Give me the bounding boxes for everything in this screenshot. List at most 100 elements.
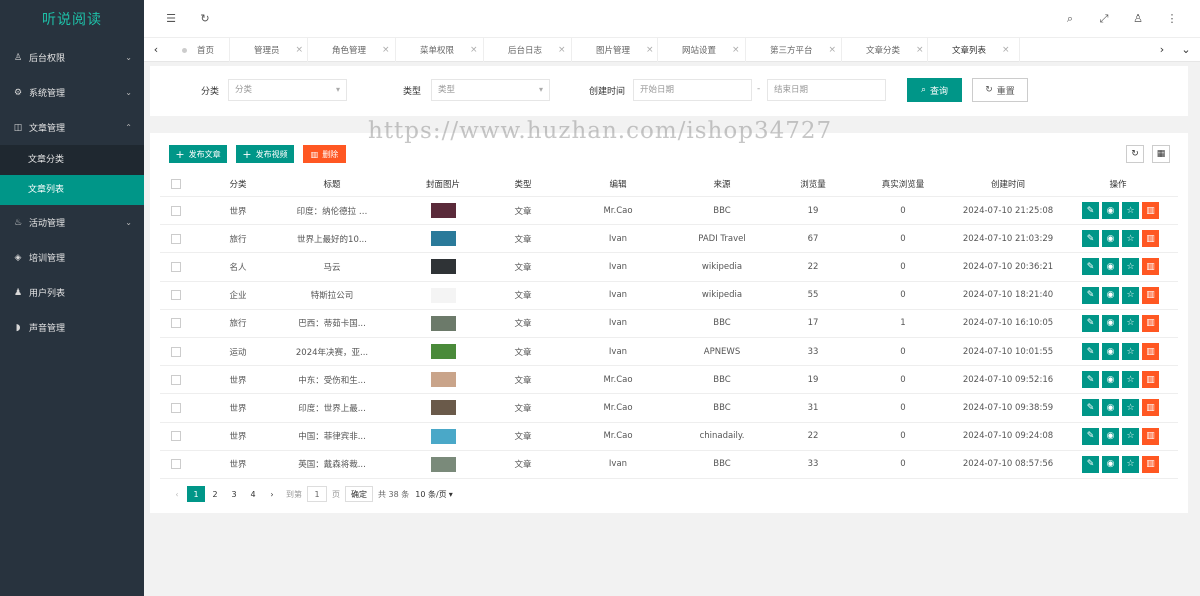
type-select[interactable]: 类型 ▾ [431,79,550,101]
view-button[interactable]: ◉ [1102,230,1119,248]
row-checkbox[interactable] [168,423,184,450]
view-button[interactable]: ◉ [1102,314,1119,332]
sidebar-item-admin-permissions[interactable]: ♙ 后台权限 ⌄ [0,40,144,75]
sidebar-item-users[interactable]: ♟ 用户列表 [0,275,144,310]
page-size-select[interactable]: 10 条/页 ▾ [415,486,452,502]
close-icon[interactable]: × [646,45,654,55]
tab-article-category[interactable]: 文章分类 × [842,38,928,62]
columns-filter-button[interactable]: ▦ [1152,145,1170,163]
view-button[interactable]: ◉ [1102,399,1119,417]
close-icon[interactable]: × [732,45,740,55]
edit-button[interactable]: ✎ [1082,371,1099,389]
sidebar-item-system[interactable]: ⚙ 系统管理 ⌄ [0,75,144,110]
page-4[interactable]: 4 [244,486,262,502]
star-button[interactable]: ☆ [1122,399,1139,417]
delete-row-button[interactable]: ▥ [1142,455,1159,473]
close-icon[interactable]: × [1002,45,1010,55]
delete-row-button[interactable]: ▥ [1142,202,1159,220]
sidebar-item-activities[interactable]: ♨ 活动管理 ⌄ [0,205,144,240]
delete-row-button[interactable]: ▥ [1142,286,1159,304]
close-icon[interactable]: × [382,45,390,55]
query-button[interactable]: ⌕ 查询 [907,78,962,102]
page-2[interactable]: 2 [206,486,224,502]
row-checkbox[interactable] [168,282,184,309]
fullscreen-icon[interactable]: ⤢ [1097,12,1111,26]
delete-row-button[interactable]: ▥ [1142,343,1159,361]
start-date-input[interactable]: 开始日期 [633,79,752,101]
edit-button[interactable]: ✎ [1082,343,1099,361]
chevron-right-icon[interactable]: › [1150,38,1174,62]
view-button[interactable]: ◉ [1102,286,1119,304]
cover-thumbnail[interactable] [430,315,456,331]
row-checkbox[interactable] [168,394,184,421]
edit-button[interactable]: ✎ [1082,258,1099,276]
cover-thumbnail[interactable] [430,428,456,444]
tab-third-party[interactable]: 第三方平台 × [746,38,842,62]
page-1[interactable]: 1 [187,486,205,502]
tab-logs[interactable]: 后台日志 × [484,38,572,62]
chevron-left-icon[interactable]: ‹ [144,38,168,62]
end-date-input[interactable]: 结束日期 [767,79,886,101]
cover-thumbnail[interactable] [430,259,456,275]
row-checkbox[interactable] [168,197,184,224]
star-button[interactable]: ☆ [1122,455,1139,473]
edit-button[interactable]: ✎ [1082,230,1099,248]
edit-button[interactable]: ✎ [1082,286,1099,304]
delete-row-button[interactable]: ▥ [1142,230,1159,248]
tab-menu-permissions[interactable]: 菜单权限 × [396,38,484,62]
row-checkbox[interactable] [168,310,184,337]
sidebar-item-articles[interactable]: ◫ 文章管理 ⌃ [0,110,144,145]
view-button[interactable]: ◉ [1102,343,1119,361]
cover-thumbnail[interactable] [430,456,456,472]
view-button[interactable]: ◉ [1102,202,1119,220]
tab-admin[interactable]: 管理员 × [230,38,308,62]
cover-thumbnail[interactable] [430,372,456,388]
view-button[interactable]: ◉ [1102,427,1119,445]
edit-button[interactable]: ✎ [1082,399,1099,417]
chevron-left-icon[interactable]: ‹ [168,486,186,502]
sidebar-item-training[interactable]: ◈ 培训管理 [0,240,144,275]
tab-site-settings[interactable]: 网站设置 × [658,38,746,62]
close-icon[interactable]: × [296,45,304,55]
edit-button[interactable]: ✎ [1082,314,1099,332]
delete-row-button[interactable]: ▥ [1142,314,1159,332]
more-icon[interactable]: ⋮ [1165,12,1179,25]
view-button[interactable]: ◉ [1102,455,1119,473]
select-all-checkbox[interactable] [168,171,184,196]
tab-home[interactable]: 首页 [168,38,230,62]
user-icon[interactable]: ♙ [1131,12,1145,25]
tab-images[interactable]: 图片管理 × [572,38,658,62]
refresh-icon[interactable]: ↻ [198,12,212,25]
star-button[interactable]: ☆ [1122,258,1139,276]
row-checkbox[interactable] [168,225,184,252]
sidebar-item-sound[interactable]: ◗ 声音管理 [0,310,144,345]
cover-thumbnail[interactable] [430,287,456,303]
chevron-right-icon[interactable]: › [263,486,281,502]
delete-row-button[interactable]: ▥ [1142,258,1159,276]
delete-row-button[interactable]: ▥ [1142,371,1159,389]
row-checkbox[interactable] [168,366,184,393]
tab-article-list[interactable]: 文章列表 × [928,38,1020,62]
close-icon[interactable]: × [470,45,478,55]
goto-page-input[interactable]: 1 [307,486,327,502]
sidebar-subitem-article-category[interactable]: 文章分类 [0,145,144,175]
menu-fold-icon[interactable]: ☰ [164,12,178,25]
page-3[interactable]: 3 [225,486,243,502]
refresh-table-button[interactable]: ↻ [1126,145,1144,163]
close-icon[interactable]: × [829,45,837,55]
reset-button[interactable]: ↻ 重置 [972,78,1028,102]
star-button[interactable]: ☆ [1122,314,1139,332]
chevron-down-icon[interactable]: ⌄ [1174,38,1198,62]
category-select[interactable]: 分类 ▾ [228,79,347,101]
tab-roles[interactable]: 角色管理 × [308,38,396,62]
star-button[interactable]: ☆ [1122,371,1139,389]
sidebar-subitem-article-list[interactable]: 文章列表 [0,175,144,205]
edit-button[interactable]: ✎ [1082,427,1099,445]
star-button[interactable]: ☆ [1122,230,1139,248]
view-button[interactable]: ◉ [1102,371,1119,389]
row-checkbox[interactable] [168,338,184,365]
edit-button[interactable]: ✎ [1082,202,1099,220]
row-checkbox[interactable] [168,451,184,478]
star-button[interactable]: ☆ [1122,202,1139,220]
row-checkbox[interactable] [168,253,184,280]
